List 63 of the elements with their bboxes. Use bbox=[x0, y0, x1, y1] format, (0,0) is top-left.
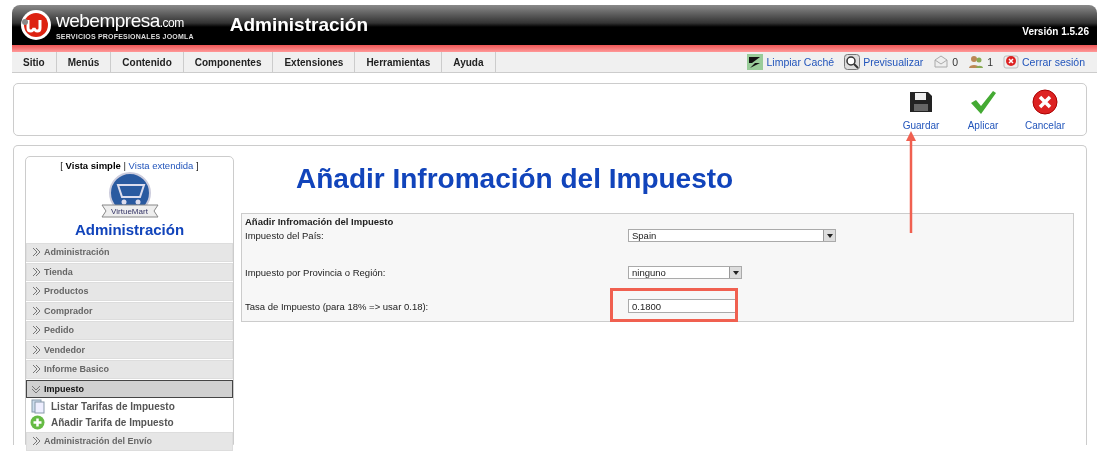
chevron-icon bbox=[31, 286, 41, 297]
sidebar-item[interactable]: Administración bbox=[26, 243, 233, 262]
version-label: Versión 1.5.26 bbox=[1022, 26, 1089, 37]
logo-text: VirtueMart bbox=[110, 207, 149, 216]
sidebar-item[interactable]: Administración del Envío bbox=[26, 432, 233, 451]
page-heading: Administración bbox=[229, 14, 369, 36]
menu-item[interactable]: Componentes bbox=[183, 52, 274, 72]
sidebar-item[interactable]: Comprador bbox=[26, 301, 233, 320]
sidebar-item[interactable]: Productos bbox=[26, 282, 233, 301]
sidebar-item[interactable]: Tienda bbox=[26, 262, 233, 281]
menu-item[interactable]: Herramientas bbox=[355, 52, 443, 72]
chevron-icon bbox=[31, 266, 41, 277]
dropdown[interactable]: Spain bbox=[628, 229, 836, 242]
page-title: Añadir Infromación del Impuesto bbox=[296, 162, 735, 196]
field-label: Impuesto del País: bbox=[245, 230, 325, 241]
sidebar-item[interactable]: Pedido bbox=[26, 321, 233, 340]
submenu-link[interactable]: Añadir Tarifa de Impuesto bbox=[51, 417, 174, 429]
bracket: ] bbox=[196, 160, 199, 171]
dropdown[interactable]: ninguno bbox=[628, 266, 742, 279]
menu-item[interactable]: Sitio bbox=[12, 52, 57, 72]
brand-name: webempresa.com bbox=[56, 10, 185, 33]
save-button[interactable]: Guardar bbox=[890, 88, 952, 131]
sidebar-item[interactable]: Impuesto bbox=[26, 379, 233, 398]
lightning-icon bbox=[747, 54, 764, 70]
view-link[interactable]: Vista simple bbox=[65, 160, 121, 171]
view-link[interactable]: Vista extendida bbox=[128, 160, 194, 171]
magnifier-icon bbox=[844, 54, 861, 70]
menu-item[interactable]: Ayuda bbox=[442, 52, 496, 72]
sidebar-item[interactable]: Informe Basico bbox=[26, 360, 233, 379]
submenu-link[interactable]: Listar Tarifas de Impuesto bbox=[51, 400, 175, 412]
counter[interactable]: 0 bbox=[952, 56, 959, 68]
chevron-icon bbox=[31, 325, 41, 336]
menu-item[interactable]: Extensiones bbox=[273, 52, 356, 72]
field-label: Impuesto por Provincia o Región: bbox=[245, 267, 387, 278]
document-icon bbox=[30, 398, 45, 414]
menu-item[interactable]: Menús bbox=[56, 52, 112, 72]
chevron-icon bbox=[31, 436, 41, 447]
checkmark-icon bbox=[968, 88, 998, 116]
bracket: [ bbox=[60, 160, 63, 171]
chevron-icon bbox=[31, 364, 41, 375]
logo-icon bbox=[20, 9, 52, 41]
chevron-icon bbox=[31, 344, 41, 355]
chevron-icon bbox=[31, 247, 41, 258]
form-legend: Añadir Infromación del Impuesto bbox=[245, 216, 1070, 227]
dropdown-arrow-icon bbox=[732, 270, 739, 275]
menu-item[interactable]: Contenido bbox=[111, 52, 184, 72]
cancel-button[interactable]: Cancelar bbox=[1014, 88, 1076, 131]
counter[interactable]: 1 bbox=[987, 56, 993, 68]
panel-title: Administración bbox=[74, 221, 185, 238]
users-icon bbox=[968, 54, 985, 70]
sidebar-item[interactable]: Vendedor bbox=[26, 340, 233, 359]
status-link[interactable]: Limpiar Caché bbox=[766, 56, 835, 68]
cancel-icon bbox=[1031, 88, 1059, 116]
field-label: Tasa de Impuesto (para 18% => usar 0.18): bbox=[245, 300, 430, 312]
chevron-icon bbox=[31, 383, 41, 394]
status-link[interactable]: Cerrar sesión bbox=[1021, 56, 1085, 68]
input-field[interactable]: 0.1800 bbox=[628, 299, 736, 313]
plus-icon bbox=[30, 415, 45, 431]
status-link[interactable]: Previsualizar bbox=[863, 56, 924, 68]
dropdown-arrow-icon bbox=[826, 233, 833, 238]
separator: | bbox=[123, 160, 126, 171]
apply-button[interactable]: Aplicar bbox=[952, 88, 1014, 131]
chevron-icon bbox=[31, 305, 41, 316]
